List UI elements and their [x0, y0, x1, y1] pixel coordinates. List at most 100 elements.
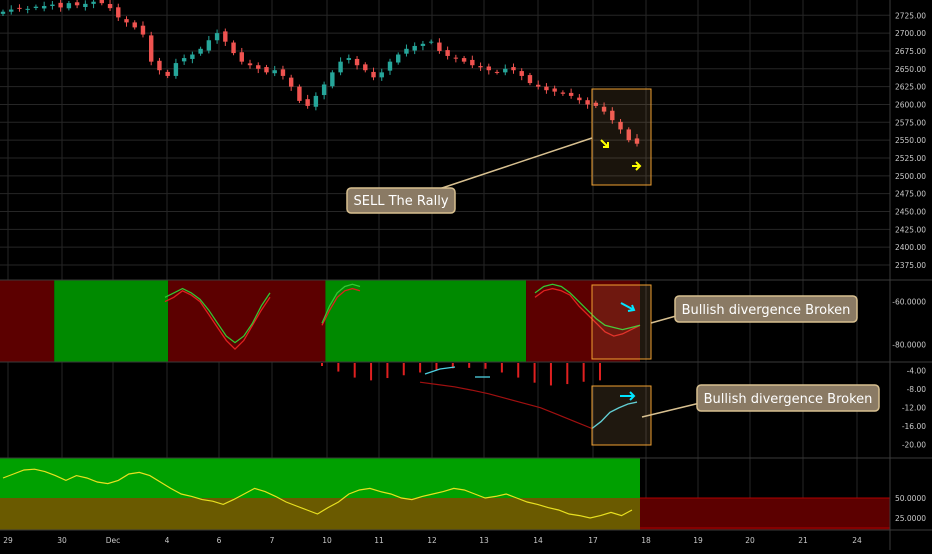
candle-body	[470, 59, 475, 66]
price-tick-label: 2400.00	[895, 243, 926, 252]
x-tick-label: 13	[479, 536, 489, 545]
candle-body	[107, 4, 113, 9]
candle-body	[223, 31, 228, 42]
candle-body	[297, 86, 302, 101]
macd-histogram-bar	[386, 363, 389, 379]
rsi-band-red	[640, 498, 890, 530]
macd-histogram-bar	[435, 363, 438, 370]
candle-body	[190, 54, 195, 59]
candle-body	[453, 57, 459, 59]
x-tick-label: 6	[217, 536, 222, 545]
price-tick-label: 2425.00	[895, 225, 926, 234]
candle-body	[445, 50, 450, 56]
candle-body	[140, 25, 146, 35]
macd-histogram-bar	[484, 363, 487, 369]
oscillator-zone	[168, 280, 326, 362]
price-tick-label: 2550.00	[895, 136, 926, 145]
candle-body	[198, 48, 203, 54]
macd-histogram-bar	[353, 363, 356, 378]
x-tick-label: 21	[798, 536, 808, 545]
candle-body	[387, 61, 393, 71]
candle-body	[149, 35, 154, 62]
macd-highlight-box	[591, 385, 652, 446]
x-tick-label: 18	[641, 536, 651, 545]
macd-histogram-bar	[566, 363, 569, 385]
rsi-band-orange	[0, 498, 640, 530]
macd-histogram-bar	[500, 363, 503, 373]
rsi-band-green	[0, 458, 640, 498]
price-axis: 2725.00 2700.00 2675.00 2650.00 2625.00 2600.…	[895, 11, 926, 270]
oscillator-tick-label: -80.0000	[892, 341, 926, 350]
x-tick-label: 24	[852, 536, 862, 545]
candle-body	[239, 52, 244, 62]
candle-body	[568, 92, 574, 96]
candle-body	[50, 4, 55, 6]
candle-body	[256, 65, 261, 69]
x-tick-label: 30	[57, 536, 67, 545]
candle-body	[280, 69, 286, 76]
oscillator-zone	[0, 280, 55, 362]
price-tick-label: 2725.00	[895, 11, 926, 20]
candle-body	[313, 95, 319, 107]
x-tick-label: 4	[165, 536, 170, 545]
candle-body	[544, 86, 549, 91]
price-tick-label: 2700.00	[895, 29, 926, 38]
price-tick-label: 2650.00	[895, 65, 926, 74]
candle-body	[478, 66, 483, 68]
oscillator-zone	[325, 280, 527, 362]
candle-body	[354, 58, 360, 66]
candle-body	[363, 64, 368, 71]
candle-body	[511, 67, 516, 71]
candle-body	[9, 9, 14, 12]
macd-tick-label: -4.00	[907, 367, 927, 376]
x-tick-label: Dec	[106, 536, 121, 545]
candle-body	[428, 41, 434, 43]
rsi-tick-label: 50.0000	[895, 494, 926, 503]
candle-body	[58, 2, 63, 8]
macd-histogram-bar	[533, 363, 536, 383]
x-tick-label: 12	[427, 536, 437, 545]
macd-histogram-bar	[337, 363, 340, 372]
candle-body	[535, 84, 541, 87]
candle-body	[91, 1, 96, 4]
candle-body	[305, 99, 310, 106]
candle-body	[503, 68, 508, 73]
macd-histogram-bar	[468, 363, 471, 368]
price-tick-label: 2600.00	[895, 100, 926, 109]
candle-body	[330, 72, 335, 87]
candle-body	[272, 70, 277, 74]
divergence-callout-2-text: Bullish divergence Broken	[704, 392, 873, 407]
price-tick-label: 2625.00	[895, 83, 926, 92]
candle-body	[577, 97, 582, 101]
oscillator-panel	[0, 280, 641, 362]
candle-body	[99, 0, 105, 4]
candle-body	[116, 7, 121, 18]
candle-body	[379, 72, 384, 78]
candle-body	[437, 42, 442, 51]
candle-body	[494, 71, 500, 73]
oscillator-zone	[54, 280, 169, 362]
candle-body	[33, 6, 39, 8]
candle-body	[41, 6, 47, 9]
candle-body	[371, 71, 376, 78]
oscillator-tick-label: -60.0000	[892, 298, 926, 307]
macd-histogram-bar	[402, 363, 405, 376]
candle-body	[552, 88, 557, 92]
price-tick-label: 2525.00	[895, 154, 926, 163]
macd-histogram-bar	[549, 363, 552, 386]
price-tick-label: 2375.00	[895, 261, 926, 270]
price-tick-label: 2675.00	[895, 47, 926, 56]
candle-body	[74, 2, 80, 6]
x-tick-label: 14	[533, 536, 543, 545]
macd-histogram-bar	[517, 363, 520, 378]
candle-body	[412, 45, 417, 51]
macd-tick-label: -8.00	[907, 385, 927, 394]
divergence-callout-1-text: Bullish divergence Broken	[682, 303, 851, 318]
candle-body	[486, 66, 491, 71]
candle-body	[214, 33, 220, 41]
candle-body	[396, 54, 401, 63]
candle-body	[83, 3, 88, 7]
x-tick-label: 19	[693, 536, 703, 545]
sell-callout-text: SELL The Rally	[353, 194, 448, 209]
oscillator-highlight-box	[591, 284, 652, 360]
